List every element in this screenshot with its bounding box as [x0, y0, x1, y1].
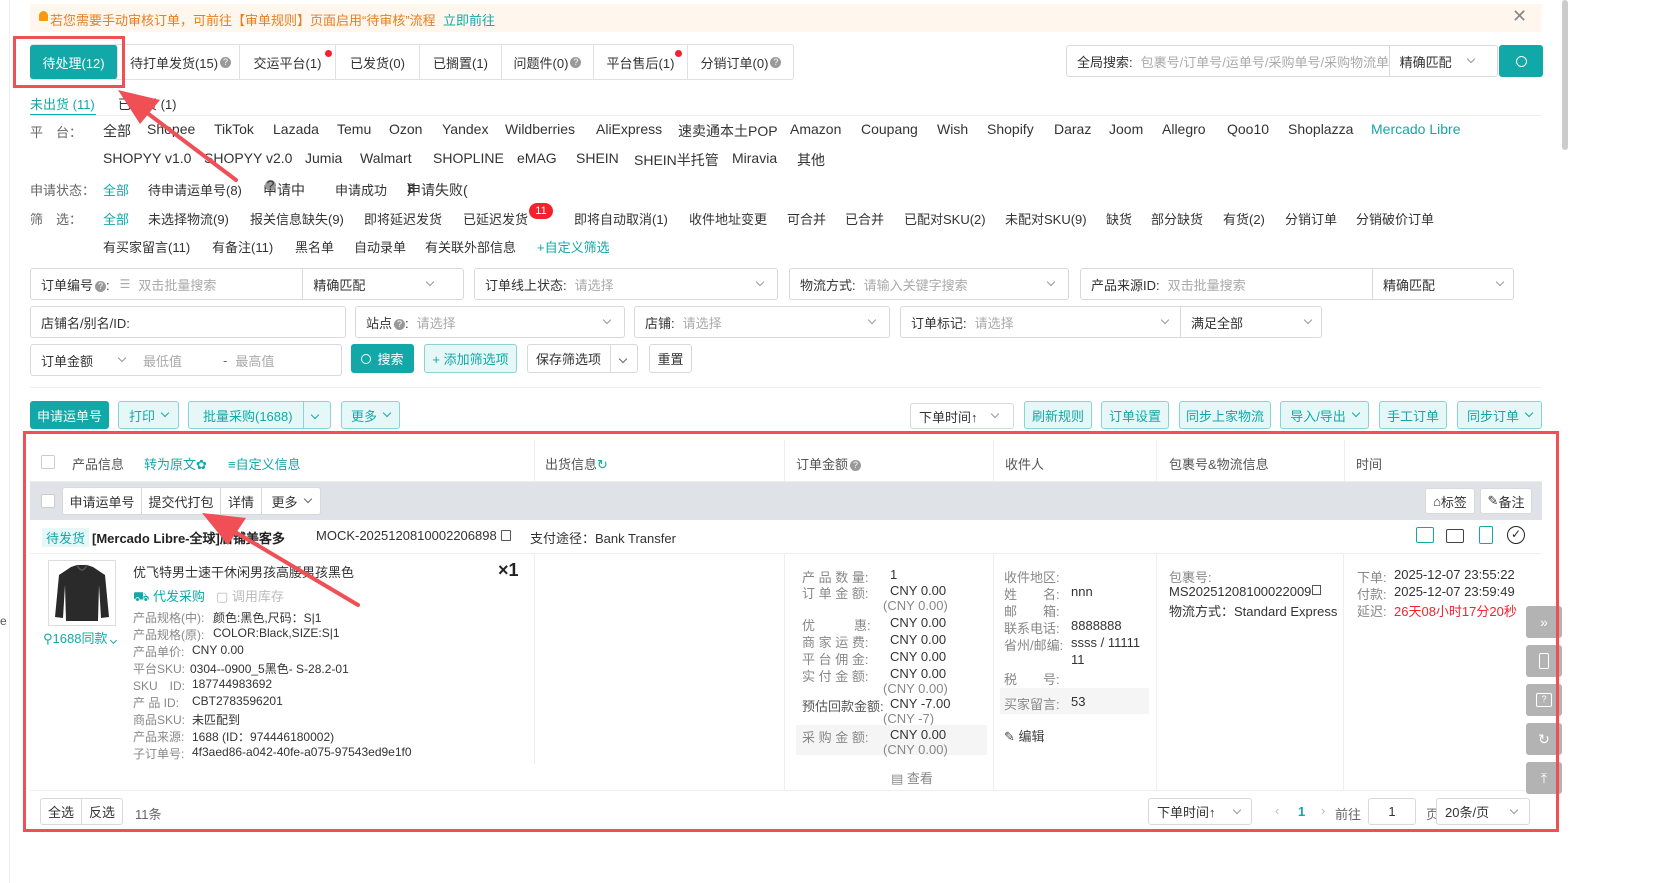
arrow-annotation-icon: [118, 90, 360, 607]
